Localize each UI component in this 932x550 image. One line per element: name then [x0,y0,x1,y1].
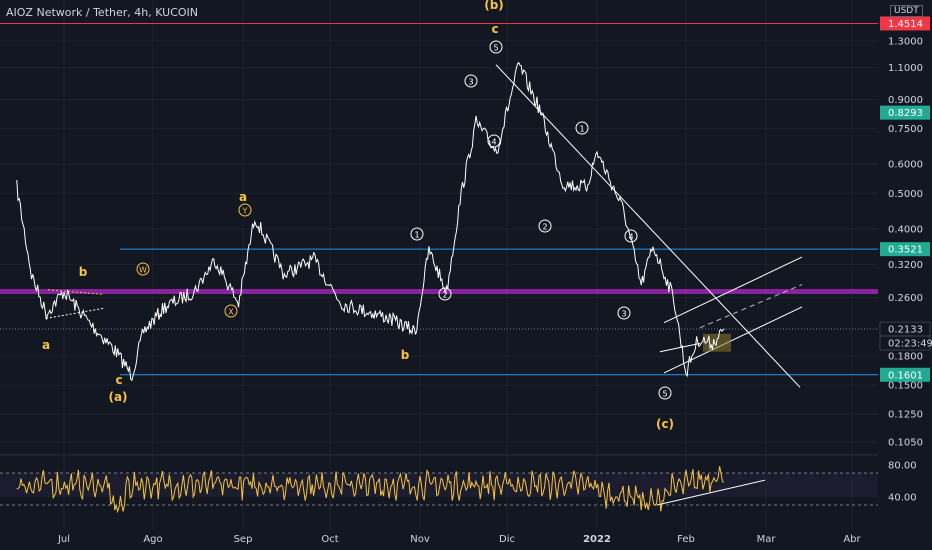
chart-canvas[interactable]: a b c (a) a b c (b) (c) W X Y 1 2 3 4 5 1 2 3 4 5 1.3000 1.100… [0,0,932,550]
price-tick-label: 0.3200 [888,260,923,271]
wave-label: b [79,265,88,279]
price-tick-label: 0.1250 [888,410,923,421]
price-tick-label: 0.1500 [888,381,923,392]
wave-label: a [42,338,50,352]
chart-title: AIOZ Network / Tether, 4h, KUCOIN [6,6,199,19]
price-badge-label: 0.8293 [888,108,923,119]
price-axis[interactable]: 1.3000 1.1000 0.9000 0.7500 0.6000 0.5000 0.40… [878,0,932,550]
price-tick-label: 0.1050 [888,438,923,449]
wave-label: 3 [621,310,626,319]
price-tick-label: 0.5000 [888,189,923,200]
wave-label: Y [242,207,248,216]
currency-label[interactable]: USDT [890,5,923,17]
wave-label: 2 [442,291,447,300]
price-tick-label: 1.3000 [888,37,923,48]
wave-label: 1 [579,125,584,134]
time-tick-label: Mar [757,534,777,545]
time-tick-label: Dic [499,534,515,545]
price-tick-label: 0.7500 [888,124,923,135]
price-badge-label: 0.2133 [888,325,923,336]
wave-label: c [491,22,498,36]
price-badge-label: 02:23:49 [888,339,932,350]
rsi-tick-label: 40.00 [888,493,917,504]
wave-label: (b) [484,0,504,12]
wave-label: 5 [662,390,667,399]
chart-background [0,0,932,550]
time-tick-label: Sep [234,534,253,545]
wave-label: 5 [493,44,498,53]
wave-label: X [228,308,234,317]
time-tick-label: Oct [321,534,338,545]
time-tick-label: 2022 [583,534,611,545]
price-tick-label: 0.4000 [888,224,923,235]
price-badge-label: 0.1601 [888,370,923,381]
price-tick-label: 0.2600 [888,293,923,304]
price-tick-label: 1.1000 [888,63,923,74]
wave-label: (c) [656,417,674,431]
time-tick-label: Abr [843,534,861,545]
time-tick-label: Jul [57,534,70,545]
wave-label: W [139,266,147,275]
price-badge-label: 0.3521 [888,245,923,256]
price-tick-label: 0.1800 [888,352,923,363]
wave-label: c [115,373,122,387]
wave-label: 4 [628,233,633,242]
time-tick-label: Feb [677,534,695,545]
wave-label: (a) [108,390,127,404]
time-tick-label: Nov [410,534,430,545]
price-badge-label: 1.4514 [888,19,923,30]
wave-label: a [239,190,247,204]
wave-label: 4 [491,138,496,147]
wave-label: 2 [542,223,547,232]
price-tick-label: 0.6000 [888,160,923,171]
rsi-tick-label: 80.00 [888,461,917,472]
wave-label: 1 [414,231,419,240]
price-tick-label: 0.9000 [888,95,923,106]
wave-label: b [401,348,410,362]
wave-label: 3 [468,78,473,87]
time-tick-label: Ago [143,534,162,545]
